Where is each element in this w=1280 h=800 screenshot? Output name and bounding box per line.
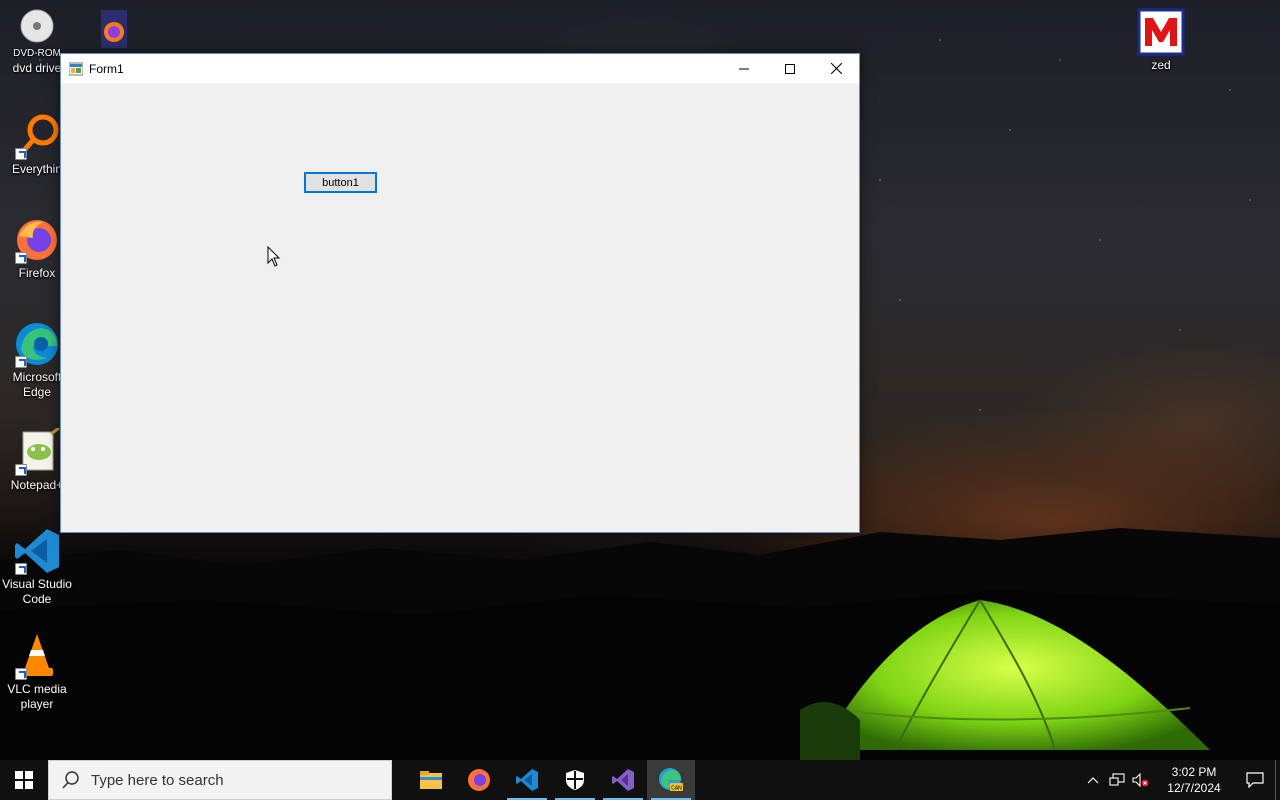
taskbar: CAN 3:02 PM 12/7/2024 bbox=[0, 760, 1280, 800]
form-window[interactable]: Form1 button1 bbox=[60, 53, 860, 533]
volume-muted-icon bbox=[1132, 773, 1149, 787]
taskbar-app-visual-studio[interactable] bbox=[599, 760, 647, 800]
maximize-button[interactable] bbox=[767, 54, 813, 83]
network-tray-button[interactable] bbox=[1105, 760, 1129, 800]
shortcut-arrow-icon bbox=[15, 252, 27, 264]
edge-icon bbox=[13, 320, 61, 368]
shortcut-arrow-icon bbox=[15, 563, 27, 575]
shortcut-arrow-icon bbox=[15, 668, 27, 680]
wallpaper-tent bbox=[800, 599, 1210, 760]
minimize-icon bbox=[739, 68, 749, 69]
vscode-icon bbox=[516, 769, 538, 791]
notification-icon bbox=[1246, 772, 1264, 788]
desktop-icon-label: VLC media player bbox=[7, 682, 67, 711]
vscode-icon bbox=[13, 527, 61, 575]
desktop-icon-vscode[interactable]: Visual Studio Code bbox=[0, 527, 74, 607]
window-title: Form1 bbox=[89, 61, 124, 76]
window-titlebar[interactable]: Form1 bbox=[61, 54, 859, 83]
form-client-area: button1 bbox=[61, 83, 859, 532]
system-tray: 3:02 PM 12/7/2024 bbox=[1081, 760, 1280, 800]
shortcut-arrow-icon bbox=[15, 148, 27, 160]
shortcut-arrow-icon bbox=[15, 356, 27, 368]
taskbar-clock[interactable]: 3:02 PM 12/7/2024 bbox=[1159, 764, 1229, 796]
everything-search-icon bbox=[13, 112, 61, 160]
desktop-icon-zed[interactable]: zed bbox=[1124, 8, 1198, 73]
dvd-drive-icon bbox=[13, 8, 61, 56]
desktop-icon-label: Visual Studio Code bbox=[2, 577, 72, 606]
zed-icon bbox=[1137, 8, 1185, 56]
taskbar-app-windows-security[interactable] bbox=[551, 760, 599, 800]
svg-text:CAN: CAN bbox=[671, 786, 682, 792]
search-input[interactable] bbox=[91, 771, 371, 789]
show-desktop-button[interactable] bbox=[1275, 760, 1280, 800]
firefox-icon bbox=[13, 216, 61, 264]
desktop-icon-firefox-file[interactable] bbox=[76, 8, 150, 58]
start-button[interactable] bbox=[0, 760, 48, 800]
mouse-cursor-icon bbox=[267, 246, 281, 267]
search-icon bbox=[62, 771, 79, 789]
taskbar-app-edge-canary[interactable]: CAN bbox=[647, 760, 695, 800]
visual-studio-icon bbox=[612, 769, 634, 791]
shortcut-arrow-icon bbox=[15, 464, 27, 476]
show-hidden-icons-button[interactable] bbox=[1081, 760, 1105, 800]
close-button[interactable] bbox=[813, 54, 859, 83]
maximize-icon bbox=[785, 63, 795, 74]
volume-tray-button[interactable] bbox=[1129, 760, 1153, 800]
notepad-plus-plus-icon bbox=[13, 426, 61, 476]
button1[interactable]: button1 bbox=[304, 172, 377, 193]
vlc-icon bbox=[13, 632, 61, 680]
winforms-app-icon bbox=[68, 62, 84, 76]
shield-icon bbox=[566, 770, 584, 790]
taskbar-app-file-explorer[interactable] bbox=[407, 760, 455, 800]
desktop-icon-vlc[interactable]: VLC media player bbox=[0, 632, 74, 712]
clock-time: 3:02 PM bbox=[1171, 765, 1217, 779]
close-icon bbox=[830, 63, 842, 74]
taskbar-app-firefox[interactable] bbox=[455, 760, 503, 800]
minimize-button[interactable] bbox=[721, 54, 767, 83]
edge-canary-icon: CAN bbox=[659, 768, 683, 792]
taskbar-app-vscode[interactable] bbox=[503, 760, 551, 800]
desktop-icon-label: zed bbox=[1151, 58, 1171, 72]
taskbar-search-box[interactable] bbox=[48, 760, 392, 800]
windows-logo-icon bbox=[15, 771, 33, 789]
clock-date: 12/7/2024 bbox=[1167, 781, 1221, 795]
chevron-up-icon bbox=[1087, 777, 1099, 784]
firefox-file-icon bbox=[89, 8, 137, 56]
firefox-icon bbox=[468, 769, 490, 791]
network-icon bbox=[1109, 773, 1125, 786]
action-center-button[interactable] bbox=[1235, 760, 1275, 800]
file-explorer-icon bbox=[420, 771, 442, 789]
